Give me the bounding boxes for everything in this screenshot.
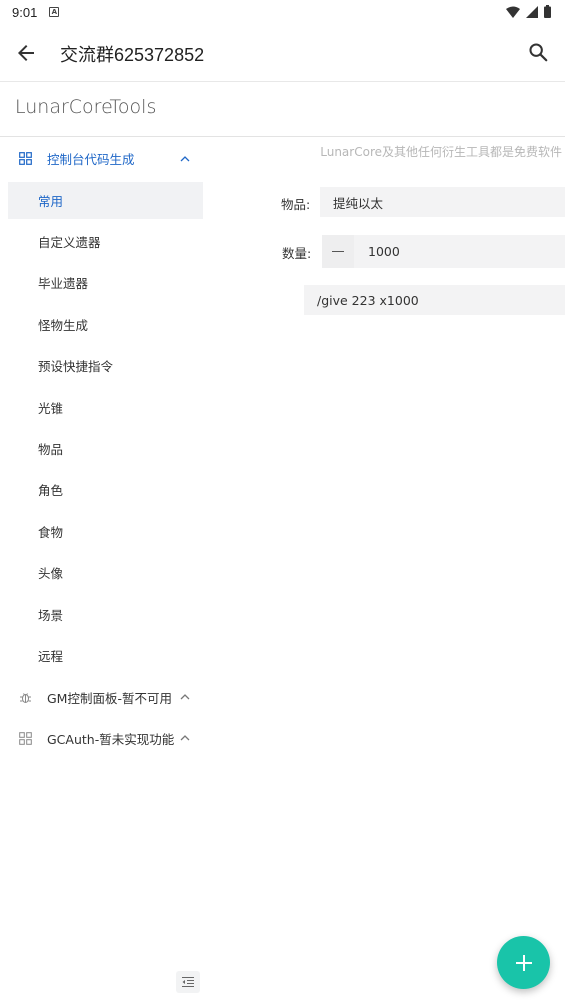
plus-icon xyxy=(515,954,532,971)
add-fab-button[interactable] xyxy=(497,936,550,989)
quantity-decrement-button[interactable] xyxy=(322,235,354,268)
submenu-console-code[interactable]: 控制台代码生成 xyxy=(0,138,205,178)
chevron-up-icon xyxy=(180,735,190,741)
chevron-up-icon xyxy=(180,694,190,700)
menu-item-items[interactable]: 物品 xyxy=(8,430,203,467)
menu-item-label: 场景 xyxy=(38,608,64,623)
menu-item-label: 头像 xyxy=(38,566,64,581)
menu-item-remote[interactable]: 远程 xyxy=(8,637,203,674)
menu-item-label: 物品 xyxy=(38,442,64,457)
menu-item-preset-commands[interactable]: 预设快捷指令 xyxy=(8,347,203,384)
submenu-label: GCAuth-暂未实现功能 xyxy=(47,731,175,747)
wifi-icon xyxy=(506,6,520,18)
search-icon[interactable] xyxy=(527,41,549,63)
command-output-text: /give 223 x1000 xyxy=(317,292,419,308)
quantity-input[interactable]: 1000 xyxy=(354,235,565,268)
notification-icon: A xyxy=(49,7,60,17)
chevron-up-icon xyxy=(180,156,190,162)
menu-item-label: 角色 xyxy=(38,483,64,498)
page-title: 交流群625372852 xyxy=(60,45,205,65)
menu-item-avatar[interactable]: 头像 xyxy=(8,554,203,591)
submenu-label: GM控制面板-暂不可用 xyxy=(47,690,172,706)
menu-item-food[interactable]: 食物 xyxy=(8,513,203,550)
brand-bar: LunarCoreTools xyxy=(0,83,565,137)
menu-item-label: 光锥 xyxy=(38,401,64,416)
menu-item-label: 怪物生成 xyxy=(38,318,89,333)
quantity-input-value: 1000 xyxy=(368,244,400,259)
arrow-left-icon[interactable] xyxy=(14,41,38,65)
menu-item-light-cone[interactable]: 光锥 xyxy=(8,389,203,426)
app-bar: 交流群625372852 xyxy=(0,24,565,82)
status-icons xyxy=(506,5,551,18)
menu-item-common[interactable]: 常用 xyxy=(8,182,203,219)
command-output-field[interactable]: /give 223 x1000 xyxy=(304,285,565,315)
menu-fold-icon xyxy=(182,977,194,987)
free-software-notice: LunarCore及其他任何衍生工具都是免费软件 xyxy=(320,145,562,159)
status-bar: 9:01 A xyxy=(0,0,565,24)
submenu-gm-panel[interactable]: GM控制面板-暂不可用 xyxy=(0,677,205,717)
submenu-gcauth[interactable]: GCAuth-暂未实现功能 xyxy=(0,718,205,758)
bug-icon xyxy=(20,693,31,703)
menu-item-character[interactable]: 角色 xyxy=(8,471,203,508)
signal-icon xyxy=(526,5,538,18)
quantity-label: 数量: xyxy=(282,246,312,261)
minus-icon xyxy=(332,250,344,253)
brand-logo-text: LunarCoreTools xyxy=(15,96,157,118)
item-select-value: 提纯以太 xyxy=(333,195,384,211)
menu-item-label: 远程 xyxy=(38,649,64,664)
menu-item-monster-spawn[interactable]: 怪物生成 xyxy=(8,306,203,343)
status-time: 9:01 xyxy=(12,4,38,20)
menu-item-label: 毕业遗器 xyxy=(38,276,89,291)
grid-icon xyxy=(19,732,32,745)
grid-icon xyxy=(19,152,32,165)
battery-icon xyxy=(544,5,551,18)
menu-item-scene[interactable]: 场景 xyxy=(8,596,203,633)
menu-item-label: 常用 xyxy=(38,194,64,209)
menu-item-label: 食物 xyxy=(38,525,64,540)
menu-item-custom-relic[interactable]: 自定义遗器 xyxy=(8,223,203,260)
menu-item-graduate-relic[interactable]: 毕业遗器 xyxy=(8,264,203,301)
item-label: 物品: xyxy=(281,197,311,212)
submenu-label: 控制台代码生成 xyxy=(47,151,135,167)
item-select[interactable]: 提纯以太 xyxy=(320,187,565,217)
menu-item-label: 自定义遗器 xyxy=(38,235,101,250)
menu-item-label: 预设快捷指令 xyxy=(38,359,114,374)
sidebar-collapse-button[interactable] xyxy=(176,971,200,993)
